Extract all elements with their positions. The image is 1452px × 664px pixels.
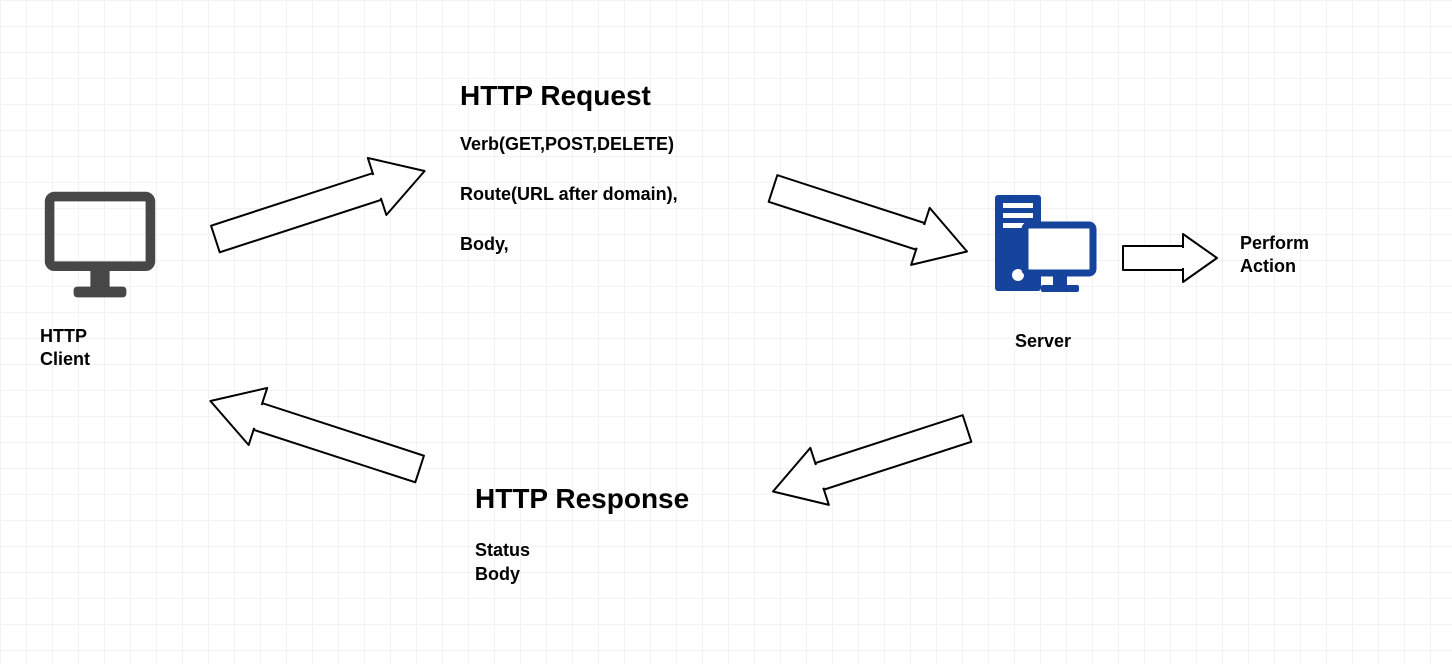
server-label: Server [1015, 330, 1071, 353]
action-label: Perform Action [1240, 232, 1309, 277]
client-label: HTTP Client [40, 325, 90, 370]
response-title: HTTP Response [475, 481, 689, 516]
response-body: Body [475, 563, 520, 586]
arrow-server-to-action [1115, 228, 1225, 288]
request-route: Route(URL after domain), [460, 183, 678, 206]
monitor-icon [40, 187, 160, 307]
request-verb: Verb(GET,POST,DELETE) [460, 133, 674, 156]
arrow-response-to-client [185, 370, 445, 500]
arrow-request-to-server [750, 155, 990, 285]
arrow-server-to-response [750, 395, 990, 525]
server-icon [985, 195, 1105, 305]
arrow-client-to-request [190, 145, 450, 265]
request-title: HTTP Request [460, 78, 651, 113]
diagram-canvas: HTTP Client HTTP Request Verb(GET,POST,D… [0, 0, 1452, 664]
response-status: Status [475, 539, 530, 562]
request-body: Body, [460, 233, 509, 256]
